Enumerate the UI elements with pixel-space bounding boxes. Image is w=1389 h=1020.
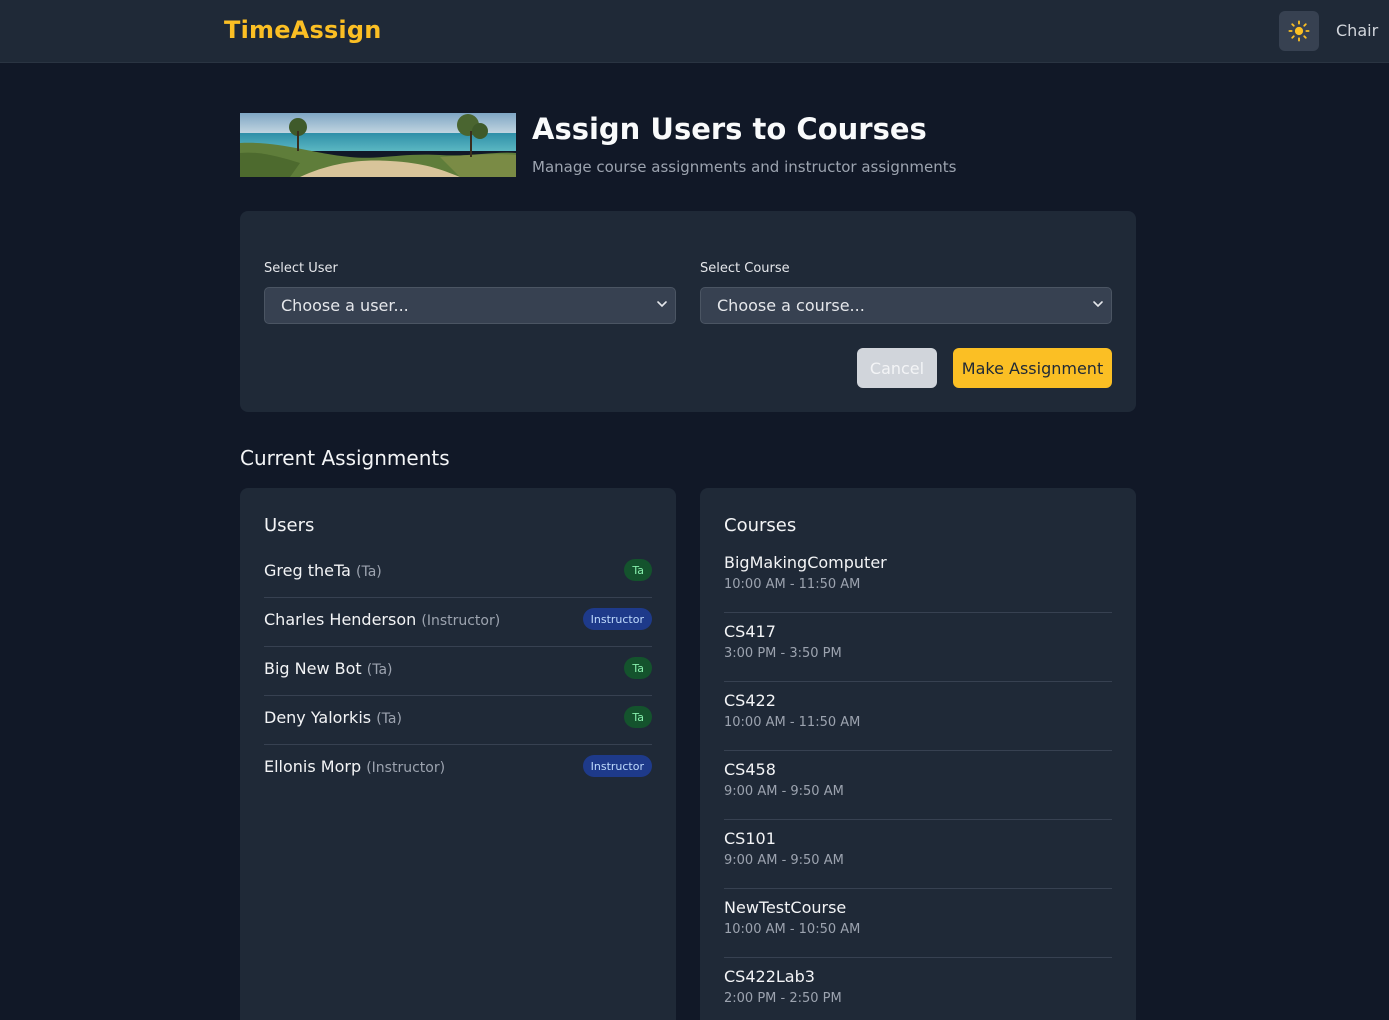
course-list-item[interactable]: CS422Lab3 2:00 PM - 2:50 PM (724, 958, 1112, 1020)
course-name: CS422 (724, 691, 776, 710)
course-time: 10:00 AM - 10:50 AM (724, 922, 861, 937)
sun-icon (1288, 20, 1310, 42)
top-navbar: TimeAssign Chair (0, 0, 1389, 63)
role-badge: Ta (624, 559, 652, 581)
user-list-item[interactable]: Charles Henderson (Instructor) Instructo… (264, 598, 652, 647)
course-name: CS101 (724, 829, 776, 848)
course-list-item[interactable]: CS417 3:00 PM - 3:50 PM (724, 613, 1112, 682)
users-panel-title: Users (264, 515, 315, 536)
user-role: (Instructor) (421, 613, 501, 629)
user-role: (Instructor) (366, 760, 446, 776)
course-list-item[interactable]: CS101 9:00 AM - 9:50 AM (724, 820, 1112, 889)
course-time: 10:00 AM - 11:50 AM (724, 577, 861, 592)
user-select[interactable]: Choose a user... (264, 287, 676, 324)
course-name: BigMakingComputer (724, 553, 887, 572)
course-select-value: Choose a course... (717, 296, 865, 315)
header-beach-image (240, 113, 516, 177)
user-name: Greg theTa (264, 561, 351, 580)
role-badge: Instructor (582, 608, 652, 630)
role-badge: Instructor (582, 755, 652, 777)
user-name: Deny Yalorkis (264, 708, 372, 727)
cancel-button[interactable]: Cancel (857, 348, 937, 388)
current-user-name[interactable]: Chair (1336, 21, 1378, 40)
select-user-label: Select User (264, 261, 338, 276)
course-time: 3:00 PM - 3:50 PM (724, 646, 842, 661)
user-list-item[interactable]: Big New Bot (Ta) Ta (264, 647, 652, 696)
course-list-item[interactable]: CS458 9:00 AM - 9:50 AM (724, 751, 1112, 820)
user-list-item[interactable]: Greg theTa (Ta) Ta (264, 549, 652, 598)
course-time: 9:00 AM - 9:50 AM (724, 853, 844, 868)
user-select-value: Choose a user... (281, 296, 409, 315)
user-name: Ellonis Morp (264, 757, 362, 776)
course-select[interactable]: Choose a course... (700, 287, 1112, 324)
course-list-item[interactable]: BigMakingComputer 10:00 AM - 11:50 AM (724, 544, 1112, 613)
course-name: CS422Lab3 (724, 967, 815, 986)
page-subtitle: Manage course assignments and instructor… (532, 158, 957, 176)
course-time: 9:00 AM - 9:50 AM (724, 784, 844, 799)
course-name: NewTestCourse (724, 898, 847, 917)
users-panel: Users Greg theTa (Ta) Ta Charles Henders… (240, 488, 676, 1020)
course-list-item[interactable]: CS422 10:00 AM - 11:50 AM (724, 682, 1112, 751)
theme-toggle-button[interactable] (1279, 11, 1319, 51)
course-time: 10:00 AM - 11:50 AM (724, 715, 861, 730)
user-name: Big New Bot (264, 659, 362, 678)
role-badge: Ta (624, 657, 652, 679)
course-name: CS417 (724, 622, 776, 641)
course-name: CS458 (724, 760, 776, 779)
current-assignments-heading: Current Assignments (240, 446, 450, 470)
course-list-item[interactable]: NewTestCourse 10:00 AM - 10:50 AM (724, 889, 1112, 958)
chevron-down-icon (1093, 301, 1103, 308)
assignment-form-card: Select User Choose a user... Select Cour… (240, 211, 1136, 412)
make-assignment-button[interactable]: Make Assignment (953, 348, 1112, 388)
role-badge: Ta (624, 706, 652, 728)
brand-logo[interactable]: TimeAssign (224, 16, 382, 44)
course-time: 2:00 PM - 2:50 PM (724, 991, 842, 1006)
user-name: Charles Henderson (264, 610, 417, 629)
user-role: (Ta) (356, 564, 382, 580)
user-list-item[interactable]: Ellonis Morp (Instructor) Instructor (264, 745, 652, 794)
page-title: Assign Users to Courses (532, 112, 927, 146)
courses-panel-title: Courses (724, 515, 797, 536)
chevron-down-icon (657, 301, 667, 308)
courses-panel: Courses BigMakingComputer 10:00 AM - 11:… (700, 488, 1136, 1020)
user-role: (Ta) (366, 662, 393, 678)
user-role: (Ta) (376, 711, 402, 727)
select-course-label: Select Course (700, 261, 790, 276)
user-list-item[interactable]: Deny Yalorkis (Ta) Ta (264, 696, 652, 745)
